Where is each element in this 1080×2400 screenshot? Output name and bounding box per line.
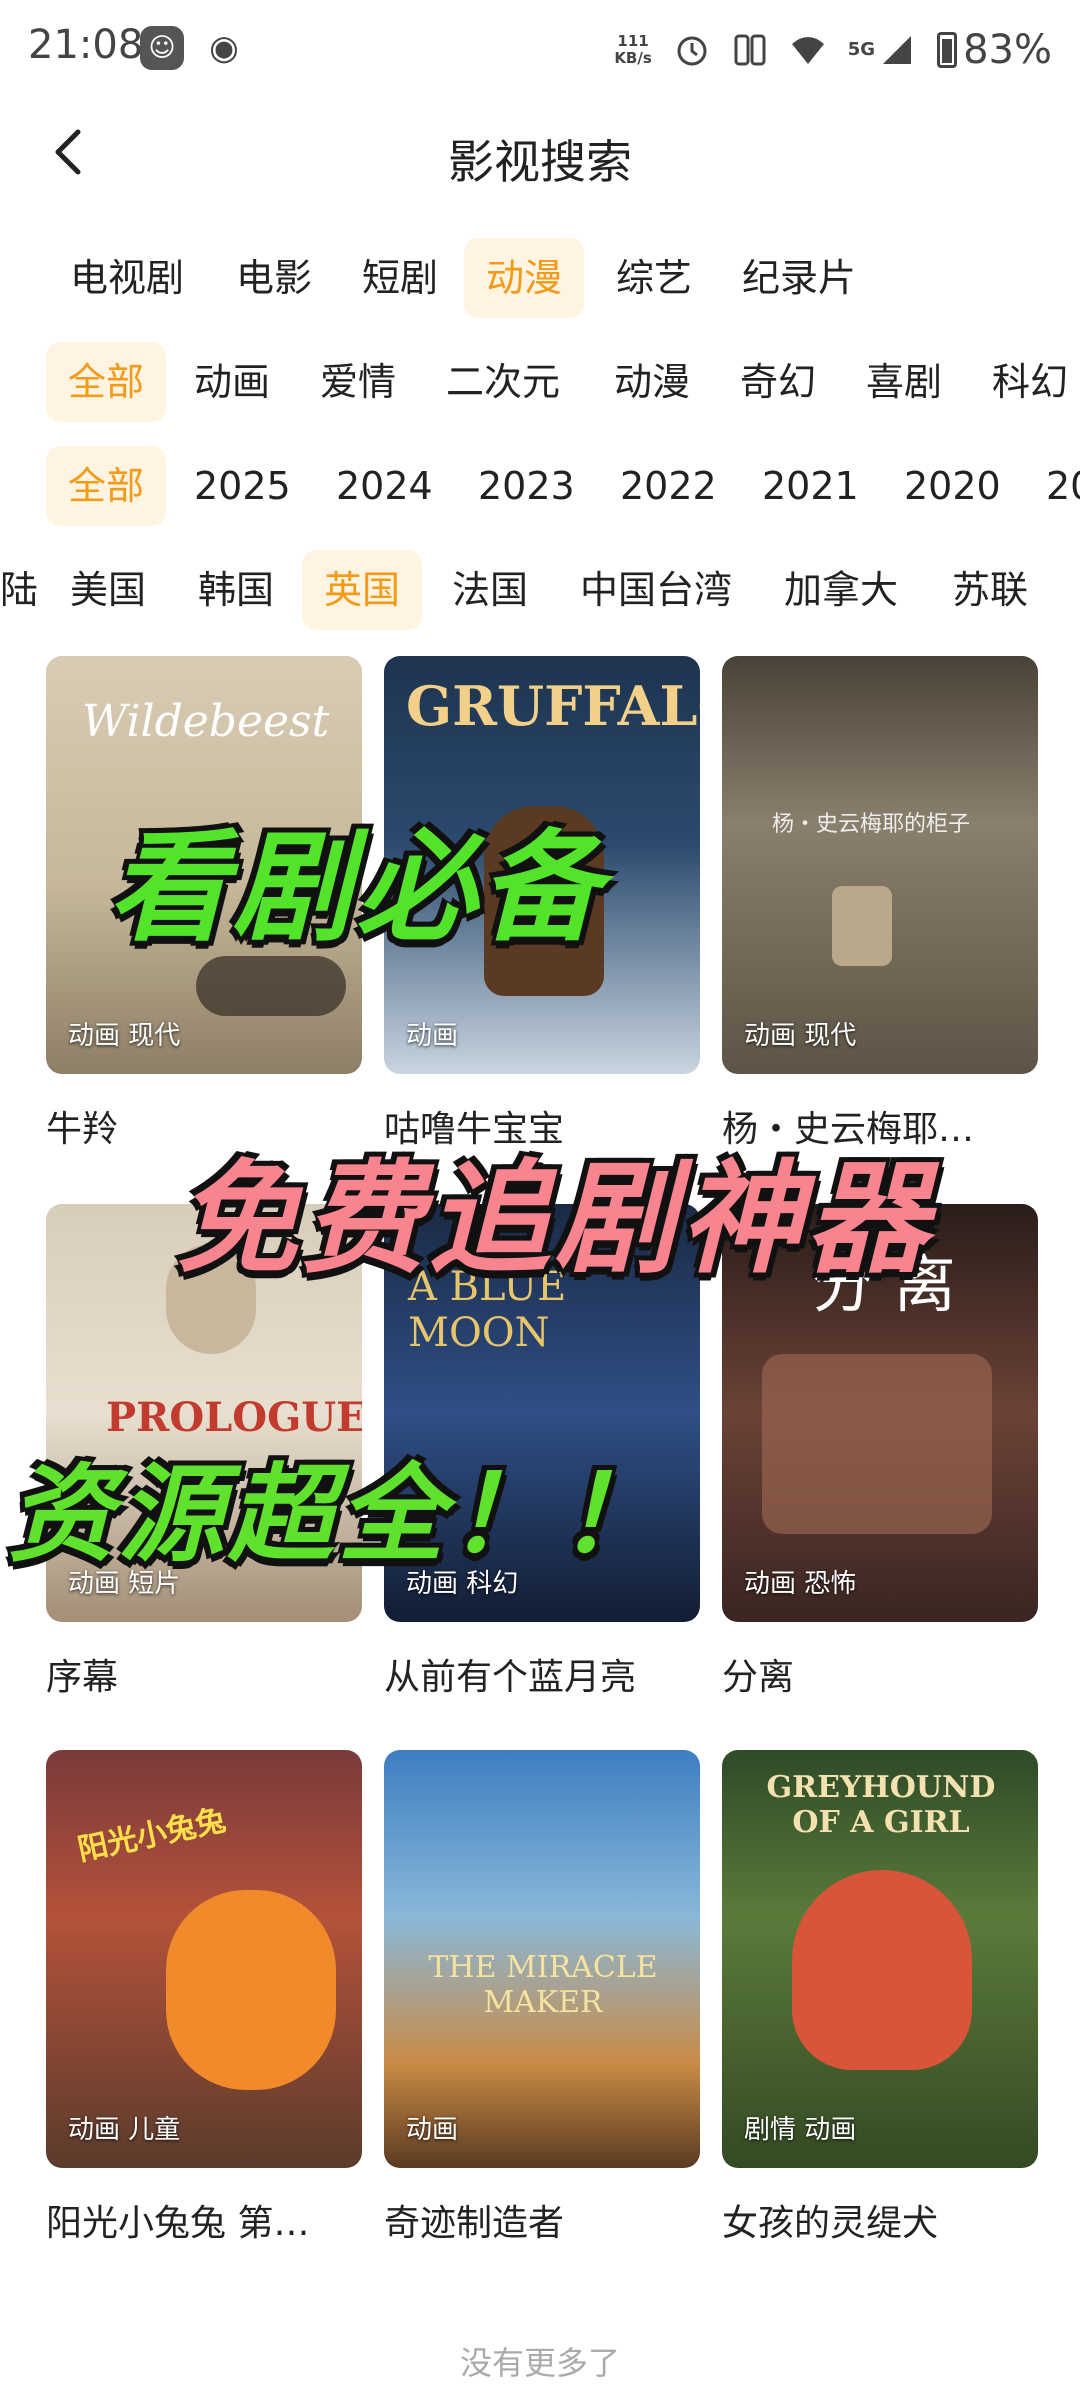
nfc-icon	[734, 34, 766, 66]
result-card[interactable]: 阳光小兔兔 动画 儿童 阳光小兔兔 第…	[46, 1750, 362, 2246]
type-chip[interactable]: 短剧	[340, 238, 460, 318]
genre-chip[interactable]: 喜剧	[844, 342, 964, 422]
year-chip[interactable]: 2025	[172, 446, 313, 526]
region-chip-selected[interactable]: 英国	[302, 550, 423, 630]
poster-tags: 动画 现代	[68, 1021, 181, 1051]
poster-tags: 动画 儿童	[68, 2115, 181, 2145]
promo-overlay-text: 看剧必备	[108, 819, 604, 958]
wechat-icon: ◉	[202, 26, 246, 70]
status-bar: 21:08 ☺ ◉ 111 KB/s 5G 83%	[0, 0, 1080, 100]
signal-icon	[883, 36, 912, 64]
result-title: 从前有个蓝月亮	[384, 1657, 637, 1698]
status-right: 111 KB/s 5G 83%	[614, 22, 1052, 78]
no-more-footer: 没有更多了	[459, 2344, 620, 2382]
signal-label: 5G	[847, 39, 876, 60]
year-chip[interactable]: 2023	[456, 446, 597, 526]
poster-tags: 剧情 动画	[744, 2115, 857, 2145]
alarm-icon	[677, 36, 707, 66]
poster-tags: 动画 恐怖	[744, 1569, 857, 1599]
result-title: 阳光小兔兔 第…	[46, 2203, 310, 2244]
poster-title-text: 杨・史云梅耶的柜子	[772, 812, 971, 837]
poster-image: GREYHOUND OF A GIRL 剧情 动画	[722, 1750, 1038, 2168]
result-title: 奇迹制造者	[384, 2203, 565, 2244]
result-title: 序幕	[46, 1657, 119, 1698]
cellular-signal: 5G	[848, 32, 915, 68]
region-chip[interactable]: 韩国	[176, 550, 296, 630]
poster-title-text: Wildebeest	[82, 696, 330, 747]
year-chip[interactable]: 2020	[882, 446, 1023, 526]
filter-row-region: 陆 美国 韩国 英国 法国 中国台湾 加拿大 苏联	[0, 550, 1080, 634]
genre-chip[interactable]: 二次元	[424, 342, 582, 422]
genre-chip[interactable]: 动漫	[592, 342, 712, 422]
year-chip[interactable]: 20	[1024, 446, 1080, 526]
poster-title-text: 阳光小兔兔	[74, 1802, 229, 1869]
genre-chip-selected[interactable]: 全部	[46, 342, 167, 422]
net-speed-value: 111	[617, 32, 649, 50]
type-chip[interactable]: 电视剧	[48, 238, 206, 318]
poster-title-text: GRUFFALO	[406, 674, 700, 738]
type-chip[interactable]: 电影	[214, 238, 334, 318]
battery-percent: 83%	[963, 27, 1052, 73]
region-chip[interactable]: 中国台湾	[558, 550, 754, 630]
year-chip[interactable]: 2021	[740, 446, 881, 526]
header: 影视搜索	[0, 100, 1080, 210]
year-chip-selected[interactable]: 全部	[46, 446, 167, 526]
battery-indicator: 83%	[937, 27, 1052, 73]
poster-image: 阳光小兔兔 动画 儿童	[46, 1750, 362, 2168]
status-time: 21:08	[28, 22, 144, 68]
result-card[interactable]: 杨・史云梅耶的柜子 动画 现代 杨・史云梅耶…	[722, 656, 1038, 1152]
poster-tags: 动画	[406, 1021, 459, 1051]
genre-chip[interactable]: 奇幻	[718, 342, 838, 422]
genre-chip[interactable]: 爱情	[298, 342, 418, 422]
result-card[interactable]: GREYHOUND OF A GIRL 剧情 动画 女孩的灵缇犬	[722, 1750, 1038, 2246]
filter-row-year: 全部 2025 2024 2023 2022 2021 2020 20	[0, 446, 1080, 530]
promo-overlay-text: 资源超全！！	[8, 1453, 668, 1576]
result-title: 女孩的灵缇犬	[722, 2203, 939, 2244]
poster-title-text: GREYHOUND OF A GIRL	[766, 1770, 996, 1840]
genre-chip[interactable]: 动画	[172, 342, 292, 422]
poster-image: THE MIRACLE MAKER 动画	[384, 1750, 700, 2168]
promo-overlay-text: 免费追剧神器	[176, 1148, 932, 1290]
region-chip[interactable]: 美国	[48, 550, 168, 630]
type-chip[interactable]: 综艺	[594, 238, 714, 318]
region-chip[interactable]: 加拿大	[762, 550, 920, 630]
result-card[interactable]: THE MIRACLE MAKER 动画 奇迹制造者	[384, 1750, 700, 2246]
poster-image: 杨・史云梅耶的柜子 动画 现代	[722, 656, 1038, 1074]
year-chip[interactable]: 2022	[598, 446, 739, 526]
region-chip[interactable]: 法国	[430, 550, 550, 630]
net-speed: 111 KB/s	[614, 33, 651, 67]
type-chip[interactable]: 纪录片	[720, 238, 878, 318]
poster-tags: 动画	[406, 2115, 459, 2145]
wifi-icon	[791, 37, 824, 64]
battery-icon	[937, 32, 958, 68]
net-speed-unit: KB/s	[614, 49, 652, 67]
region-chip[interactable]: 苏联	[930, 550, 1050, 630]
genre-chip[interactable]: 科幻	[970, 342, 1080, 422]
filter-row-genre: 全部 动画 爱情 二次元 动漫 奇幻 喜剧 科幻	[0, 342, 1080, 426]
poster-title-text: THE MIRACLE MAKER	[428, 1950, 658, 2020]
type-chip-selected[interactable]: 动漫	[464, 238, 585, 318]
notification-app-icon: ☺	[140, 26, 184, 70]
filter-row-type: 电视剧 电影 短剧 动漫 综艺 纪录片	[0, 238, 1080, 322]
poster-tags: 动画 现代	[744, 1021, 857, 1051]
result-title: 分离	[722, 1657, 795, 1698]
page-title: 影视搜索	[448, 135, 632, 189]
year-chip[interactable]: 2024	[314, 446, 455, 526]
